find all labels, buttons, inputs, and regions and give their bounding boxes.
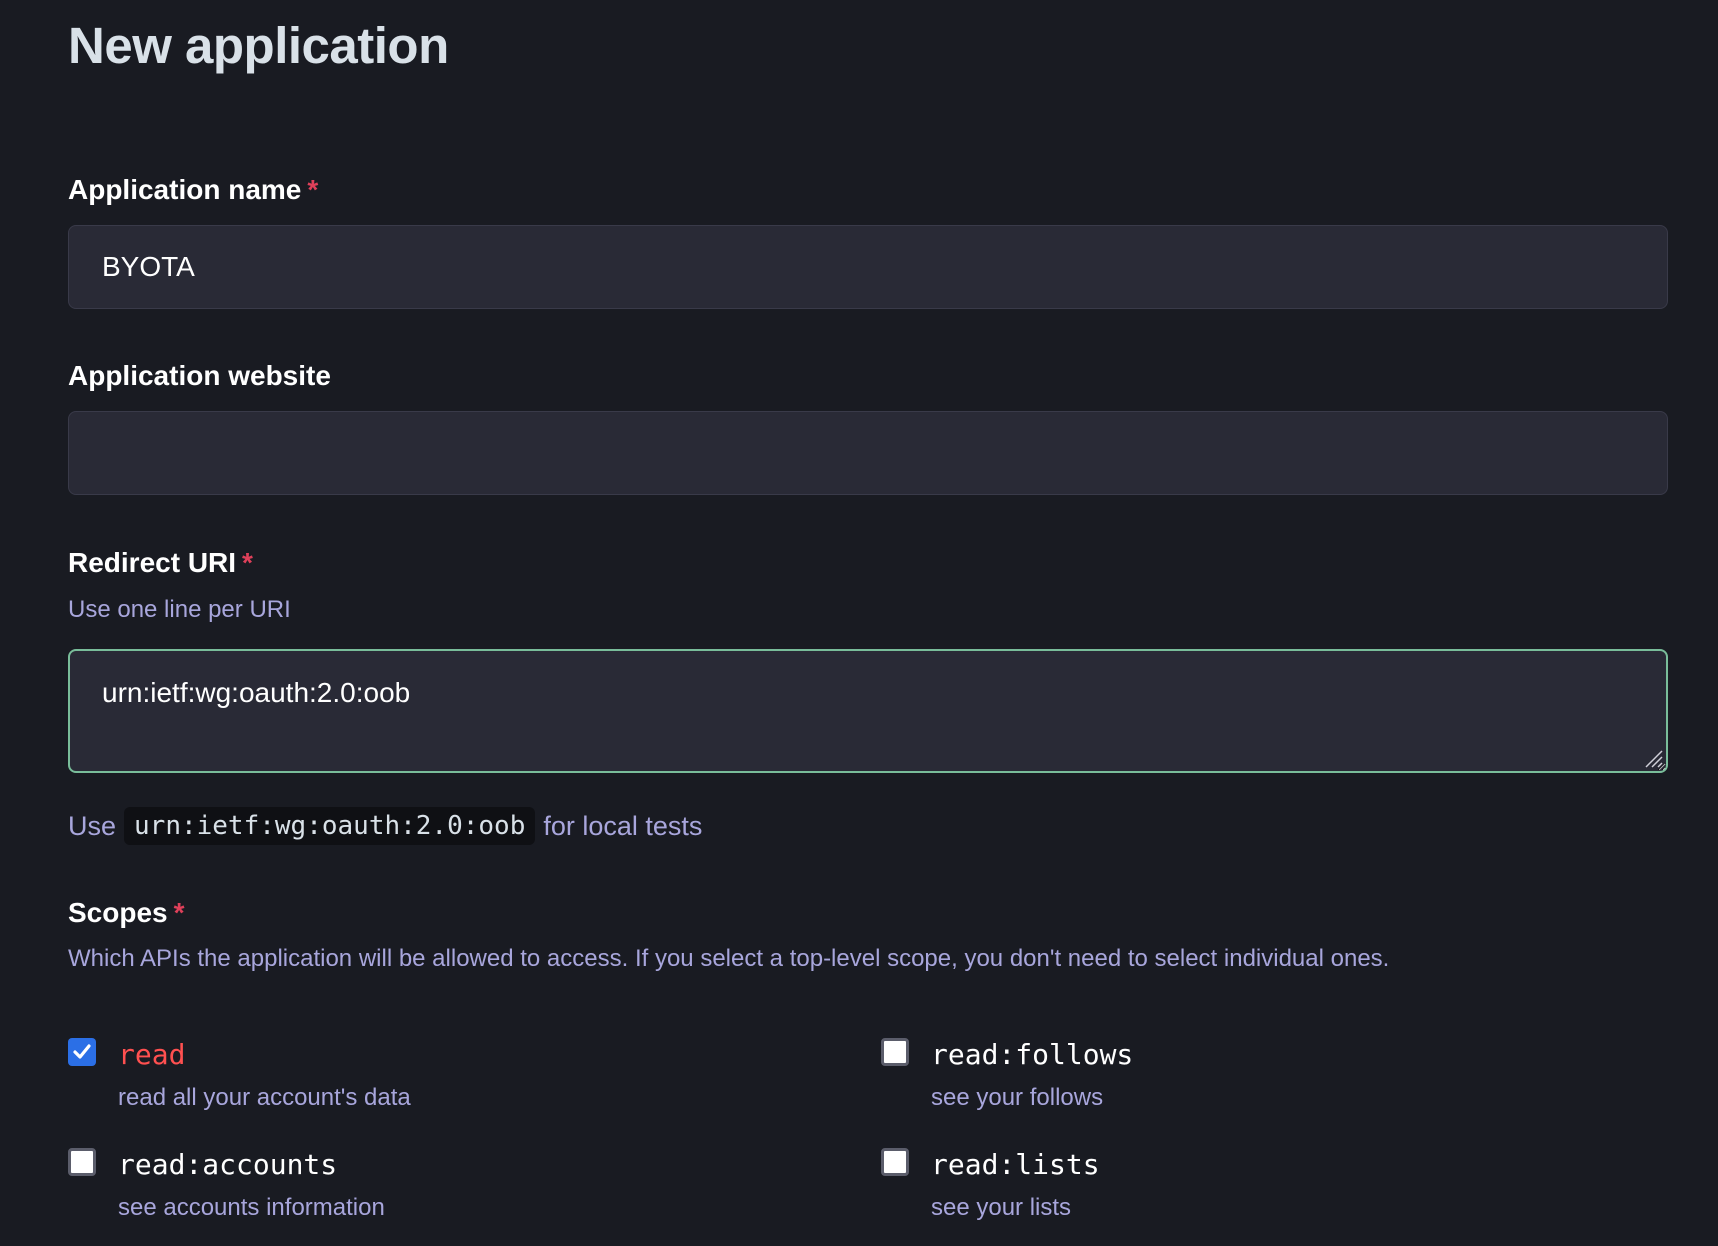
scope-name: read:lists <box>931 1148 1100 1181</box>
scope-item-read-accounts[interactable]: read:accounts see accounts information <box>68 1148 848 1246</box>
application-name-input[interactable] <box>68 225 1668 309</box>
required-mark: * <box>242 547 253 578</box>
redirect-uri-textarea[interactable]: urn:ietf:wg:oauth:2.0:oob <box>68 649 1668 773</box>
required-mark: * <box>173 897 185 928</box>
new-application-page: New application Application name* Applic… <box>0 0 1718 1246</box>
scope-item-read-lists[interactable]: read:lists see your lists <box>881 1148 1661 1246</box>
scope-name: read:follows <box>931 1038 1134 1071</box>
scope-name: read:accounts <box>118 1148 338 1181</box>
scope-item-read-follows[interactable]: read:follows see your follows <box>881 1038 1661 1138</box>
scope-description: see your lists <box>931 1194 1072 1221</box>
application-name-label-text: Application name <box>68 174 302 205</box>
page-title: New application <box>68 17 449 74</box>
scope-read-follows-checkbox[interactable] <box>881 1038 909 1066</box>
resize-grip-icon[interactable] <box>1640 745 1664 769</box>
application-name-label: Application name * <box>68 174 318 206</box>
application-website-label: Application website <box>68 360 331 391</box>
scope-description: see your follows <box>931 1084 1104 1111</box>
check-icon <box>73 1044 91 1059</box>
scopes-label-text: Scopes <box>68 897 168 928</box>
scope-description: see accounts information <box>118 1194 385 1221</box>
local-hint-prefix: Use <box>68 810 117 841</box>
local-hint-code: urn:ietf:wg:oauth:2.0:oob <box>124 807 536 845</box>
scopes-hint: Which APIs the application will be allow… <box>68 945 1390 972</box>
scope-read-checkbox[interactable] <box>68 1038 96 1066</box>
scope-name: read <box>118 1038 186 1071</box>
redirect-uri-hint: Use one line per URI <box>68 596 291 623</box>
local-test-hint: Use urn:ietf:wg:oauth:2.0:oob for local … <box>68 804 702 848</box>
scope-item-read[interactable]: read read all your account's data <box>68 1038 848 1138</box>
scopes-label: Scopes * <box>68 897 185 929</box>
redirect-uri-label-text: Redirect URI <box>68 547 237 578</box>
redirect-uri-label: Redirect URI * <box>68 547 253 579</box>
required-mark: * <box>307 174 319 205</box>
scope-read-accounts-checkbox[interactable] <box>68 1148 96 1176</box>
local-hint-suffix: for local tests <box>543 810 703 841</box>
scope-read-lists-checkbox[interactable] <box>881 1148 909 1176</box>
scope-description: read all your account's data <box>118 1084 411 1111</box>
application-website-input[interactable] <box>68 411 1668 495</box>
